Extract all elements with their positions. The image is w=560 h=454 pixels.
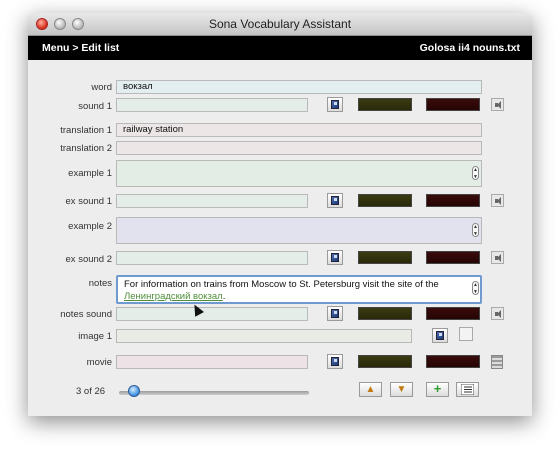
notes-sound-field[interactable] — [116, 307, 308, 321]
image1-preview[interactable] — [459, 327, 473, 341]
save-disk-icon — [436, 331, 444, 340]
sound1-label: sound 1 — [78, 101, 112, 112]
ex-sound1-play-button[interactable] — [426, 194, 480, 207]
move-down-button[interactable]: ▼ — [390, 382, 413, 397]
save-disk-icon — [331, 100, 339, 109]
speaker-icon[interactable] — [491, 98, 504, 111]
word-field[interactable]: вокзал — [116, 80, 482, 94]
ex-sound2-label: ex sound 2 — [65, 254, 112, 265]
save-disk-icon — [331, 357, 339, 366]
title-bar: Sona Vocabulary Assistant — [28, 13, 532, 36]
image1-save-button[interactable] — [432, 328, 448, 343]
speaker-icon[interactable] — [491, 307, 504, 320]
speaker-icon[interactable] — [491, 251, 504, 264]
save-disk-icon — [331, 196, 339, 205]
save-disk-icon — [331, 309, 339, 318]
ex-sound1-record-button[interactable] — [358, 194, 412, 207]
save-disk-icon — [331, 253, 339, 262]
stepper-icon[interactable]: ▲ ▼ — [472, 223, 479, 237]
sound1-field[interactable] — [116, 98, 308, 112]
list-icon — [460, 383, 475, 396]
translation2-field[interactable] — [116, 141, 482, 155]
movie-field[interactable] — [116, 355, 308, 369]
list-name: Golosa ii4 nouns.txt — [419, 42, 520, 54]
ex-sound2-save-button[interactable] — [327, 250, 343, 265]
sound1-play-button[interactable] — [426, 98, 480, 111]
zoom-window-button[interactable] — [72, 18, 84, 30]
plus-icon: + — [433, 381, 442, 396]
window-title: Sona Vocabulary Assistant — [208, 17, 352, 31]
notes-sound-label: notes sound — [60, 309, 112, 320]
entry-counter: 3 of 26 — [76, 386, 106, 397]
example1-field[interactable] — [116, 160, 482, 187]
ex-sound2-play-button[interactable] — [426, 251, 480, 264]
notes-sound-save-button[interactable] — [327, 306, 343, 321]
movie-record-button[interactable] — [358, 355, 412, 368]
sound1-save-button[interactable] — [327, 97, 343, 112]
breadcrumb[interactable]: Menu > Edit list — [42, 36, 119, 60]
notes-sound-play-button[interactable] — [426, 307, 480, 320]
speaker-icon[interactable] — [491, 194, 504, 207]
image1-label: image 1 — [78, 331, 112, 342]
movie-save-button[interactable] — [327, 354, 343, 369]
movie-play-button[interactable] — [426, 355, 480, 368]
app-header: Menu > Edit list Golosa ii4 nouns.txt — [28, 36, 532, 60]
movie-label: movie — [86, 357, 112, 368]
ex-sound1-label: ex sound 1 — [65, 196, 112, 207]
ex-sound1-save-button[interactable] — [327, 193, 343, 208]
image1-field[interactable] — [116, 329, 412, 343]
translation1-field[interactable]: railway station — [116, 123, 482, 137]
app-window: Sona Vocabulary Assistant Menu > Edit li… — [28, 13, 532, 416]
notes-link[interactable]: Ленинградский вокзал — [124, 291, 223, 302]
notes-link-suffix: . — [222, 291, 226, 302]
list-view-button[interactable] — [456, 382, 479, 397]
minimize-window-button[interactable] — [54, 18, 66, 30]
ex-sound1-field[interactable] — [116, 194, 308, 208]
example1-label: example 1 — [68, 168, 112, 179]
add-entry-button[interactable]: + — [426, 382, 449, 397]
notes-field[interactable]: For information on trains from Moscow to… — [116, 275, 482, 304]
example2-field[interactable] — [116, 217, 482, 244]
translation1-label: translation 1 — [60, 125, 112, 136]
ex-sound2-record-button[interactable] — [358, 251, 412, 264]
translation2-label: translation 2 — [60, 143, 112, 154]
notes-label: notes — [88, 278, 112, 289]
example2-label: example 2 — [68, 221, 112, 232]
word-label: word — [91, 82, 112, 93]
move-up-button[interactable]: ▲ — [359, 382, 382, 397]
notes-text: For information on trains from Moscow to… — [124, 279, 439, 290]
entry-slider-knob[interactable] — [128, 385, 141, 397]
sound1-record-button[interactable] — [358, 98, 412, 111]
stepper-icon[interactable]: ▲ ▼ — [472, 166, 479, 180]
notes-sound-record-button[interactable] — [358, 307, 412, 320]
film-strip-icon[interactable] — [491, 355, 503, 369]
stepper-icon[interactable]: ▲ ▼ — [472, 281, 479, 295]
ex-sound2-field[interactable] — [116, 251, 308, 265]
close-window-button[interactable] — [36, 18, 48, 30]
entry-slider-track[interactable] — [119, 391, 309, 395]
arrow-down-icon: ▼ — [396, 384, 407, 395]
arrow-up-icon: ▲ — [365, 384, 376, 395]
